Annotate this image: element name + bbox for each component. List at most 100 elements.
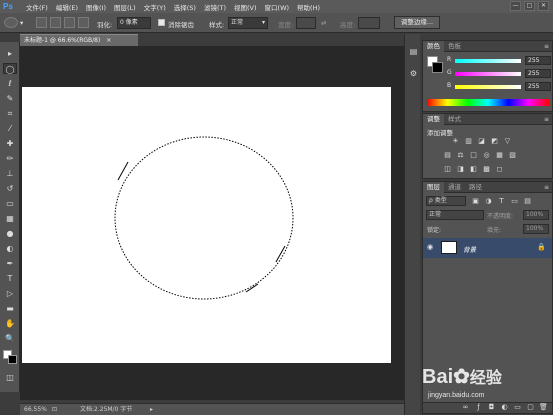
crop-icon[interactable]: ⌗ xyxy=(3,108,17,119)
green-value-input[interactable]: 255 xyxy=(525,69,551,78)
panel-menu-icon[interactable]: ≡ xyxy=(544,184,549,191)
ellipse-marquee-preset-icon[interactable] xyxy=(4,17,18,28)
status-menu-arrow-icon[interactable]: ▸ xyxy=(150,404,153,415)
blend-mode-select[interactable]: 正常 xyxy=(426,210,484,220)
move-icon[interactable]: ▸ xyxy=(3,48,17,59)
close-button[interactable]: ✕ xyxy=(538,1,549,11)
tab-channels[interactable]: 通道 xyxy=(444,182,465,193)
eyedropper-icon[interactable]: ⁄ xyxy=(3,123,17,134)
menu-layer[interactable]: 图层(L) xyxy=(114,2,136,12)
path-select-icon[interactable]: ▷ xyxy=(3,288,17,299)
style-select[interactable]: 正常 ▾ xyxy=(228,17,268,29)
panel-menu-icon[interactable]: ≡ xyxy=(544,116,549,123)
ellipse-marquee-icon[interactable]: ◯ xyxy=(3,63,17,74)
opacity-input[interactable]: 100% xyxy=(523,210,549,220)
red-slider[interactable] xyxy=(455,59,521,63)
minimize-button[interactable]: — xyxy=(510,1,521,11)
blue-value-input[interactable]: 255 xyxy=(525,82,551,91)
color-balance-icon[interactable]: ⚖ xyxy=(456,151,465,160)
zoom-icon[interactable]: 🔍 xyxy=(3,333,17,344)
swap-icon: ⇄ xyxy=(321,19,327,27)
filter-smart-icon[interactable]: ▤ xyxy=(523,197,532,206)
layer-filter-select[interactable]: ρ 类型 xyxy=(426,196,466,206)
quick-mask-icon[interactable]: ◫ xyxy=(3,372,17,383)
tab-color[interactable]: 颜色 xyxy=(423,40,444,52)
healing-brush-icon[interactable]: ✚ xyxy=(3,138,17,149)
hand-icon[interactable]: ✋ xyxy=(3,318,17,329)
filter-shape-icon[interactable]: ▭ xyxy=(510,197,519,206)
menu-file[interactable]: 文件(F) xyxy=(26,2,48,12)
exposure-icon[interactable]: ◩ xyxy=(490,137,499,146)
lasso-icon[interactable]: ℓ xyxy=(3,78,17,89)
document-tab[interactable]: 未标题-1 @ 66.6%(RGB/8) × xyxy=(20,34,138,46)
tab-paths[interactable]: 路径 xyxy=(465,182,486,193)
menu-image[interactable]: 图像(I) xyxy=(86,2,106,12)
color-spectrum-bar[interactable] xyxy=(427,99,549,106)
canvas[interactable] xyxy=(22,87,391,363)
menu-edit[interactable]: 编辑(E) xyxy=(56,2,78,12)
layer-row-background[interactable]: ◉ 背景 🔒 xyxy=(423,238,552,258)
tab-swatches[interactable]: 色板 xyxy=(444,41,465,52)
menu-help[interactable]: 帮助(H) xyxy=(297,2,320,12)
background-color-swatch[interactable] xyxy=(432,62,443,73)
menu-type[interactable]: 文字(Y) xyxy=(144,2,166,12)
history-panel-icon[interactable]: ▤ xyxy=(408,46,419,57)
refine-edge-button[interactable]: 调整边缘... xyxy=(394,16,440,29)
hue-saturation-icon[interactable]: ▤ xyxy=(443,151,452,160)
posterize-icon[interactable]: ◨ xyxy=(456,165,465,174)
intersect-selection-icon[interactable] xyxy=(78,17,89,28)
photo-filter-icon[interactable]: ◎ xyxy=(482,151,491,160)
tab-layers[interactable]: 图层 xyxy=(423,181,444,193)
gradient-icon[interactable]: ▦ xyxy=(3,213,17,224)
filter-pixel-icon[interactable]: ▣ xyxy=(471,197,480,206)
height-label: 高度: xyxy=(340,21,356,29)
blue-slider[interactable] xyxy=(455,85,521,89)
zoom-level[interactable]: 66.55% xyxy=(24,404,47,415)
menu-select[interactable]: 选择(S) xyxy=(174,2,196,12)
filter-type-icon[interactable]: T xyxy=(497,197,506,206)
tab-styles[interactable]: 样式 xyxy=(444,114,465,125)
subtract-selection-icon[interactable] xyxy=(64,17,75,28)
eraser-icon[interactable]: ▭ xyxy=(3,198,17,209)
blur-icon[interactable]: ● xyxy=(3,228,17,239)
layer-name[interactable]: 背景 xyxy=(463,244,476,254)
tab-adjustments[interactable]: 调整 xyxy=(423,113,444,125)
menu-view[interactable]: 视图(V) xyxy=(234,2,257,12)
shape-icon[interactable]: ▬ xyxy=(3,303,17,314)
menu-filter[interactable]: 滤镜(T) xyxy=(204,2,226,12)
dodge-icon[interactable]: ◐ xyxy=(3,243,17,254)
chevron-down-icon[interactable]: ▾ xyxy=(20,19,23,27)
visibility-eye-icon[interactable]: ◉ xyxy=(427,243,433,251)
fill-input[interactable]: 100% xyxy=(523,224,549,234)
green-slider[interactable] xyxy=(455,72,521,76)
gradient-map-icon[interactable]: ▩ xyxy=(482,165,491,174)
antialias-checkbox[interactable] xyxy=(158,19,165,26)
clone-stamp-icon[interactable]: ⊥ xyxy=(3,168,17,179)
add-selection-icon[interactable] xyxy=(50,17,61,28)
new-selection-icon[interactable] xyxy=(36,17,47,28)
brightness-icon[interactable]: ☀ xyxy=(451,137,460,146)
panel-menu-icon[interactable]: ≡ xyxy=(544,43,549,50)
maximize-button[interactable]: □ xyxy=(524,1,535,11)
menu-window[interactable]: 窗口(W) xyxy=(265,2,290,12)
close-tab-icon[interactable]: × xyxy=(106,37,111,44)
properties-panel-icon[interactable]: ⚙ xyxy=(408,68,419,79)
history-brush-icon[interactable]: ↺ xyxy=(3,183,17,194)
threshold-icon[interactable]: ◧ xyxy=(469,165,478,174)
brush-icon[interactable]: ✏ xyxy=(3,153,17,164)
curves-icon[interactable]: ◪ xyxy=(477,137,486,146)
vibrance-icon[interactable]: ▽ xyxy=(503,137,512,146)
selective-color-icon[interactable]: ◻ xyxy=(495,165,504,174)
black-white-icon[interactable]: □ xyxy=(469,151,478,160)
channel-mixer-icon[interactable]: ▦ xyxy=(495,151,504,160)
quick-select-icon[interactable]: ✎ xyxy=(3,93,17,104)
color-lookup-icon[interactable]: ▧ xyxy=(508,151,517,160)
invert-icon[interactable]: ◫ xyxy=(443,165,452,174)
toolbox-background-swatch[interactable] xyxy=(8,355,17,364)
pen-icon[interactable]: ✒ xyxy=(3,258,17,269)
type-icon[interactable]: T xyxy=(3,273,17,284)
levels-icon[interactable]: ▥ xyxy=(464,137,473,146)
filter-adjustment-icon[interactable]: ◑ xyxy=(484,197,493,206)
feather-input[interactable]: 0 像素 xyxy=(117,17,151,29)
red-value-input[interactable]: 255 xyxy=(525,56,551,65)
